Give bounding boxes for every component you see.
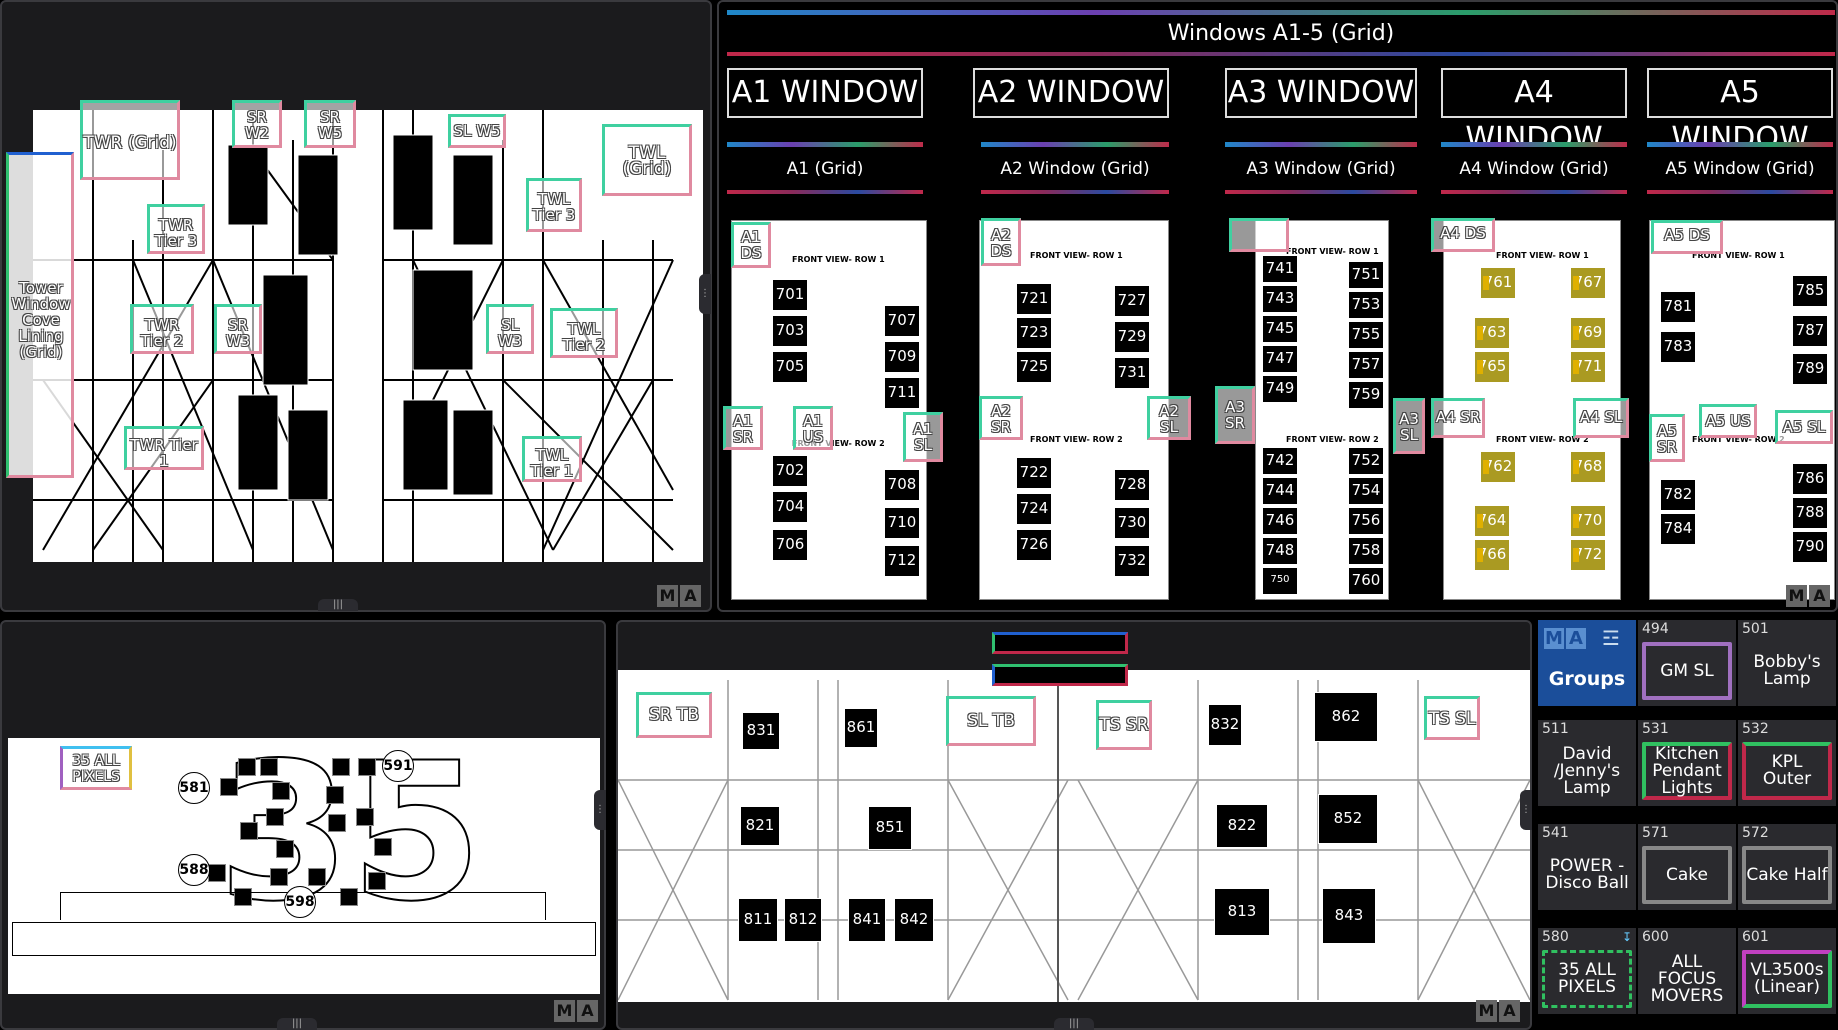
stairs-grid-top-2[interactable] xyxy=(992,664,1128,686)
ts-sl-box[interactable]: TS SL xyxy=(1424,696,1480,740)
download-icon: ↧ xyxy=(1621,930,1632,944)
twl-tier2-box[interactable]: TWL Tier 2 xyxy=(550,308,618,358)
ch-832[interactable]: 832 xyxy=(1208,704,1242,746)
a2-grid-button[interactable]: A2 Window (Grid) xyxy=(981,142,1169,194)
group-531[interactable]: 531 Kitchen Pendant Lights xyxy=(1638,720,1736,806)
ma-logo-pixels: MA xyxy=(554,1000,598,1022)
ch-811[interactable]: 811 xyxy=(738,898,778,942)
a2-ds-box[interactable]: A2 DS xyxy=(981,218,1021,266)
ch-813[interactable]: 813 xyxy=(1214,888,1270,936)
group-494[interactable]: 494 GM SL xyxy=(1638,620,1736,706)
stairs-pane-grip-bottom[interactable]: ||| xyxy=(1054,1018,1094,1030)
a2-sr-box[interactable]: A2 SR xyxy=(979,396,1023,440)
ch-843[interactable]: 843 xyxy=(1322,888,1376,944)
a2-sl-box[interactable]: A2 SL xyxy=(1147,396,1191,440)
group-571[interactable]: 571 Cake xyxy=(1638,824,1736,910)
groups-title: Groups xyxy=(1548,668,1626,690)
tower-pane-grip-bottom[interactable]: ||| xyxy=(318,599,358,611)
a5-ds-box[interactable]: A5 DS xyxy=(1651,220,1723,254)
twr-tier1-box[interactable]: TWR Tier 1 xyxy=(124,426,204,470)
stairs-pane: SR TB SL TB TS SR TS SL 831 861 832 862 … xyxy=(616,620,1532,1030)
pixels-pane-grip-side[interactable]: ⋮ xyxy=(594,790,606,830)
a1-sl-box[interactable]: A1 SL xyxy=(903,412,943,462)
a2-window-header[interactable]: A2 WINDOW xyxy=(973,68,1169,118)
a4-window-header[interactable]: A4 WINDOW xyxy=(1441,68,1627,156)
a3-sl-box[interactable]: A3 SL xyxy=(1393,398,1425,454)
callout-598: 598 xyxy=(284,886,316,918)
sr-tb-box[interactable]: SR TB xyxy=(636,692,712,738)
ch-821[interactable]: 821 xyxy=(740,806,780,846)
twl-tier3-box[interactable]: TWL Tier 3 xyxy=(526,178,582,232)
twr-tier3-box[interactable]: TWR Tier 3 xyxy=(147,204,205,254)
stairs-grid-top-1[interactable] xyxy=(992,632,1128,654)
a1-window-header[interactable]: A1 WINDOW xyxy=(727,68,923,118)
twl-tier1-box[interactable]: TWL Tier 1 xyxy=(522,436,582,482)
ma-logo-tower: MA xyxy=(657,585,701,607)
group-541[interactable]: 541 POWER - Disco Ball xyxy=(1538,824,1636,910)
a4-sl-box[interactable]: A4 SL xyxy=(1573,398,1629,438)
a5-grid-button[interactable]: A5 Window (Grid) xyxy=(1647,142,1833,194)
callout-591: 591 xyxy=(382,750,414,782)
ts-sr-box[interactable]: TS SR xyxy=(1096,700,1152,750)
group-601[interactable]: 601 VL3500s (Linear) xyxy=(1738,928,1836,1014)
twr-grid-box[interactable]: TWR (Grid) xyxy=(80,100,180,180)
twr-tier2-box[interactable]: TWR Tier 2 xyxy=(130,304,194,354)
sl-tb-box[interactable]: SL TB xyxy=(946,696,1036,746)
tower-cove-box[interactable]: Tower Window Cove Lining (Grid) xyxy=(6,152,74,478)
a1-us-box[interactable]: A1 US xyxy=(793,406,833,450)
group-511[interactable]: 511 David /Jenny's Lamp xyxy=(1538,720,1636,806)
a5-sr-box[interactable]: A5 SR xyxy=(1649,414,1685,462)
ch-861[interactable]: 861 xyxy=(844,708,878,748)
35-all-pixels-box[interactable]: 35 ALL PIXELS xyxy=(60,746,132,790)
group-572[interactable]: 572 Cake Half xyxy=(1738,824,1836,910)
group-580[interactable]: 580 ↧ 35 ALL PIXELS xyxy=(1538,928,1636,1014)
ch-842[interactable]: 842 xyxy=(894,898,934,942)
a4-sr-box[interactable]: A4 SR xyxy=(1431,398,1485,438)
group-600[interactable]: 600 ALL FOCUS MOVERS xyxy=(1638,928,1736,1014)
group-532[interactable]: 532 KPL Outer xyxy=(1738,720,1836,806)
twl-grid-box[interactable]: TWL (Grid) xyxy=(602,124,692,196)
sl-w5-box[interactable]: SL W5 xyxy=(448,114,506,148)
stairs-pane-grip-side[interactable]: ⋮ xyxy=(1520,790,1532,830)
sr-w3-box[interactable]: SR W3 xyxy=(214,304,262,354)
groups-icon: ☲ xyxy=(1602,626,1620,650)
a5-window-header[interactable]: A5 WINDOW xyxy=(1647,68,1833,156)
a3-ds-box[interactable] xyxy=(1229,218,1289,252)
sl-w3-box[interactable]: SL W3 xyxy=(486,304,534,354)
ch-851[interactable]: 851 xyxy=(868,806,912,850)
a4-grid-button[interactable]: A4 Window (Grid) xyxy=(1441,142,1627,194)
ma-logo-groups: M A xyxy=(1544,628,1586,649)
a3-plot[interactable]: FRONT VIEW- ROW 1 FRONT VIEW- ROW 2 741 … xyxy=(1255,220,1389,600)
sr-w5-box[interactable]: SR W5 xyxy=(304,100,356,148)
ma-logo-windows: MA xyxy=(1786,585,1830,607)
ch-841[interactable]: 841 xyxy=(848,898,886,942)
sr-w2-box[interactable]: SR W2 xyxy=(232,100,282,148)
pixels-pane: 35 581 591 588 598 35 ALL PIXELS ||| ⋮ M… xyxy=(0,620,606,1030)
ch-822[interactable]: 822 xyxy=(1216,804,1268,848)
a3-sr-box[interactable]: A3 SR xyxy=(1215,386,1255,444)
callout-581: 581 xyxy=(178,772,210,804)
groups-pool: M A ☲ Groups 494 GM SL 501 Bobby's Lamp … xyxy=(1538,620,1838,1030)
pixels-pane-grip-bottom[interactable]: ||| xyxy=(277,1018,317,1030)
tower-pane-grip-side[interactable]: ⋮ xyxy=(699,274,711,314)
a5-sl-box[interactable]: A5 SL xyxy=(1775,410,1833,444)
ch-862[interactable]: 862 xyxy=(1314,692,1378,742)
windows-grid-title[interactable]: Windows A1-5 (Grid) xyxy=(727,10,1835,56)
ma-logo-stairs: MA xyxy=(1476,1000,1520,1022)
tower-view-pane: ||| ⋮ MA TWR (Grid) SR W2 SR W5 SL W5 TW… xyxy=(0,0,712,612)
ch-812[interactable]: 812 xyxy=(784,898,822,942)
a1-sr-box[interactable]: A1 SR xyxy=(723,406,763,450)
ch-831[interactable]: 831 xyxy=(742,712,780,750)
a3-grid-button[interactable]: A3 Window (Grid) xyxy=(1225,142,1417,194)
group-501[interactable]: 501 Bobby's Lamp xyxy=(1738,620,1836,706)
a1-grid-button[interactable]: A1 (Grid) xyxy=(727,142,923,194)
groups-title-tile[interactable]: M A ☲ Groups xyxy=(1538,620,1636,706)
a3-window-header[interactable]: A3 WINDOW xyxy=(1225,68,1417,118)
windows-pane: Windows A1-5 (Grid) A1 WINDOW A2 WINDOW … xyxy=(717,0,1838,612)
a1-ds-box[interactable]: A1 DS xyxy=(731,222,771,268)
ch-852[interactable]: 852 xyxy=(1318,794,1378,844)
a4-ds-box[interactable]: A4 DS xyxy=(1431,218,1495,252)
a5-us-box[interactable]: A5 US xyxy=(1699,404,1757,438)
callout-588: 588 xyxy=(178,854,210,886)
